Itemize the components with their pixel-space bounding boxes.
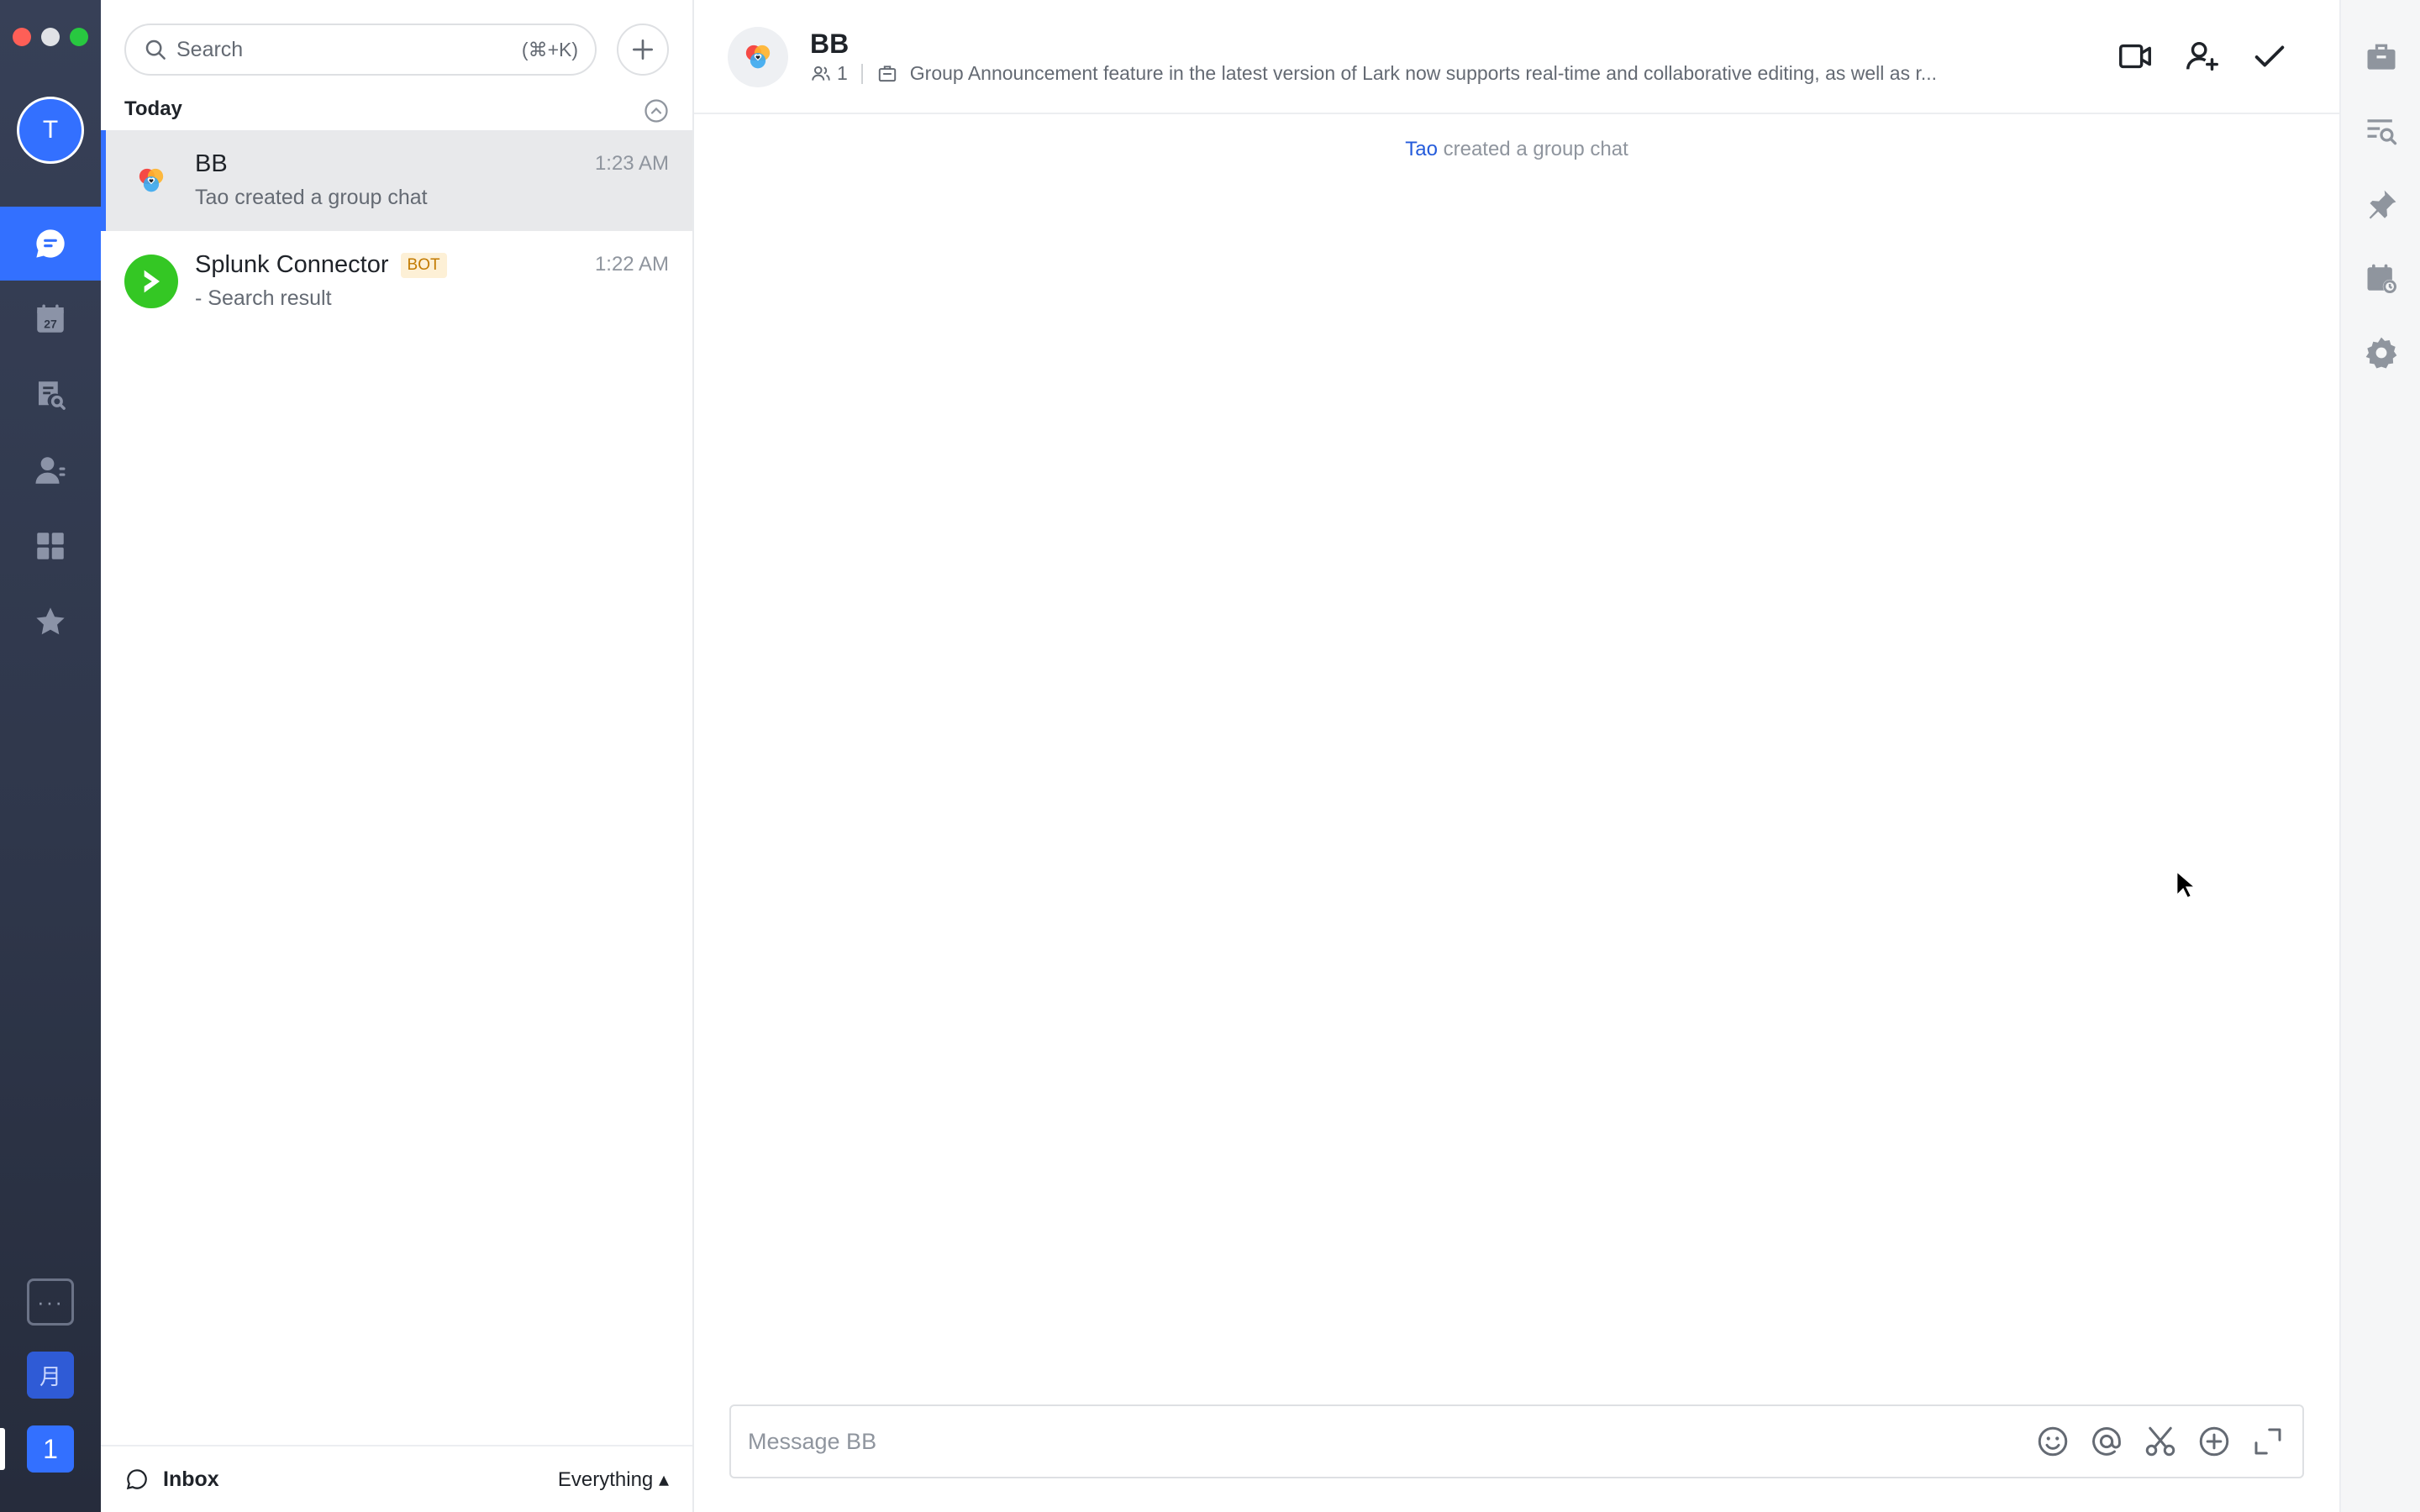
- bot-badge: BOT: [400, 252, 447, 278]
- filter-dropdown[interactable]: Everything ▴: [558, 1467, 669, 1492]
- chat-header: BB 1 Group Announcement feature in the l…: [694, 0, 2339, 114]
- search-placeholder: Search: [176, 37, 244, 61]
- chat-name-wrap: Splunk Connector BOT: [195, 251, 447, 279]
- expand-icon[interactable]: [2250, 1424, 2286, 1459]
- briefcase-icon[interactable]: [2363, 39, 2400, 76]
- window-zoom-button[interactable]: [70, 28, 88, 46]
- favorites-icon: [36, 607, 65, 635]
- one-app-shortcut[interactable]: 1: [27, 1425, 74, 1473]
- search-box[interactable]: Search (⌘+K): [124, 24, 597, 76]
- chat-preview: Tao created a group chat: [195, 186, 428, 209]
- header-actions: [2116, 37, 2289, 76]
- member-count: 1: [837, 62, 848, 84]
- inbox-icon: [126, 1469, 147, 1490]
- chat-time: 1:22 AM: [594, 253, 669, 276]
- chevron-right-icon: [144, 270, 160, 293]
- plus-circle-icon[interactable]: [2196, 1424, 2232, 1459]
- chat-title: BB: [810, 29, 850, 59]
- nav-rail: T 27 ··· 月 1: [0, 0, 101, 1512]
- chat-name: BB: [195, 150, 228, 177]
- side-toolbar: [2339, 0, 2420, 1512]
- search-icon: [145, 39, 166, 60]
- moon-app-shortcut[interactable]: 月: [27, 1352, 74, 1399]
- pin-icon[interactable]: [2363, 186, 2400, 223]
- system-message-user[interactable]: Tao: [1405, 138, 1438, 160]
- chat-header-avatar[interactable]: [728, 27, 788, 87]
- meta-divider: [860, 63, 863, 84]
- announcement-icon: [878, 65, 896, 81]
- chat-list-panel: Search (⌘+K) Today BB 1:23 AM Tao create…: [101, 0, 694, 1512]
- list-footer: Inbox Everything ▴: [101, 1445, 692, 1512]
- group-logo-icon: [745, 45, 771, 69]
- chat-panel: BB 1 Group Announcement feature in the l…: [694, 0, 2339, 1512]
- video-call-icon[interactable]: [2116, 37, 2154, 76]
- contacts-icon: [35, 457, 66, 484]
- emoji-icon[interactable]: [2035, 1424, 2070, 1459]
- nav-messenger[interactable]: [0, 207, 101, 281]
- avatar-letter: T: [42, 116, 59, 144]
- nav-contacts[interactable]: [0, 433, 101, 507]
- mention-icon[interactable]: [2089, 1424, 2124, 1459]
- chat-icon: [36, 229, 65, 258]
- chat-time: 1:23 AM: [594, 152, 669, 175]
- window-minimize-button[interactable]: [41, 28, 60, 46]
- chat-preview: - Search result: [195, 286, 332, 310]
- user-avatar[interactable]: T: [17, 97, 84, 164]
- chat-row-bb[interactable]: BB 1:23 AM Tao created a group chat: [101, 130, 692, 231]
- chat-meta: 1 Group Announcement feature in the late…: [810, 62, 2087, 85]
- calendar-event-icon[interactable]: [2363, 260, 2400, 297]
- group-announcement[interactable]: Group Announcement feature in the latest…: [910, 62, 1937, 85]
- nav-workplace[interactable]: [0, 509, 101, 583]
- moon-app-glyph: 月: [39, 1363, 61, 1389]
- nav-calendar[interactable]: 27: [0, 282, 101, 356]
- done-icon[interactable]: [2250, 37, 2289, 76]
- scissors-icon[interactable]: [2143, 1424, 2178, 1459]
- system-message: Tao created a group chat: [694, 138, 2339, 161]
- settings-icon[interactable]: [2363, 334, 2400, 371]
- group-avatar: [124, 154, 178, 207]
- chat-name: Splunk Connector: [195, 251, 389, 278]
- bot-avatar: [124, 255, 178, 308]
- message-composer[interactable]: Message BB: [729, 1404, 2304, 1478]
- composer-placeholder: Message BB: [748, 1428, 877, 1454]
- more-apps-button[interactable]: ···: [27, 1278, 74, 1326]
- more-glyph: ···: [37, 1289, 64, 1315]
- system-message-text: created a group chat: [1437, 138, 1628, 160]
- window-close-button[interactable]: [13, 28, 31, 46]
- mouse-cursor-icon: [2175, 870, 2196, 900]
- add-member-icon[interactable]: [2183, 37, 2222, 76]
- search-shortcut: (⌘+K): [521, 38, 578, 60]
- one-app-glyph: 1: [43, 1433, 58, 1464]
- calendar-day: 27: [44, 318, 57, 331]
- active-app-marker: [0, 1428, 5, 1470]
- inbox-label[interactable]: Inbox: [163, 1467, 558, 1492]
- group-logo-icon: [139, 168, 164, 192]
- calendar-icon: 27: [37, 304, 64, 333]
- workplace-icon: [37, 533, 64, 559]
- section-today: Today: [124, 97, 182, 120]
- nav-favorites[interactable]: [0, 585, 101, 659]
- nav-docs[interactable]: [0, 358, 101, 432]
- composer-tools: [2035, 1424, 2286, 1459]
- docs-icon: [39, 381, 66, 410]
- chat-row-splunk[interactable]: Splunk Connector BOT 1:22 AM - Search re…: [101, 231, 692, 332]
- collapse-section-icon[interactable]: [644, 98, 669, 123]
- new-chat-button[interactable]: [617, 24, 669, 76]
- search-history-icon[interactable]: [2363, 113, 2400, 150]
- plus-icon: [633, 39, 653, 60]
- members-icon[interactable]: [810, 63, 832, 85]
